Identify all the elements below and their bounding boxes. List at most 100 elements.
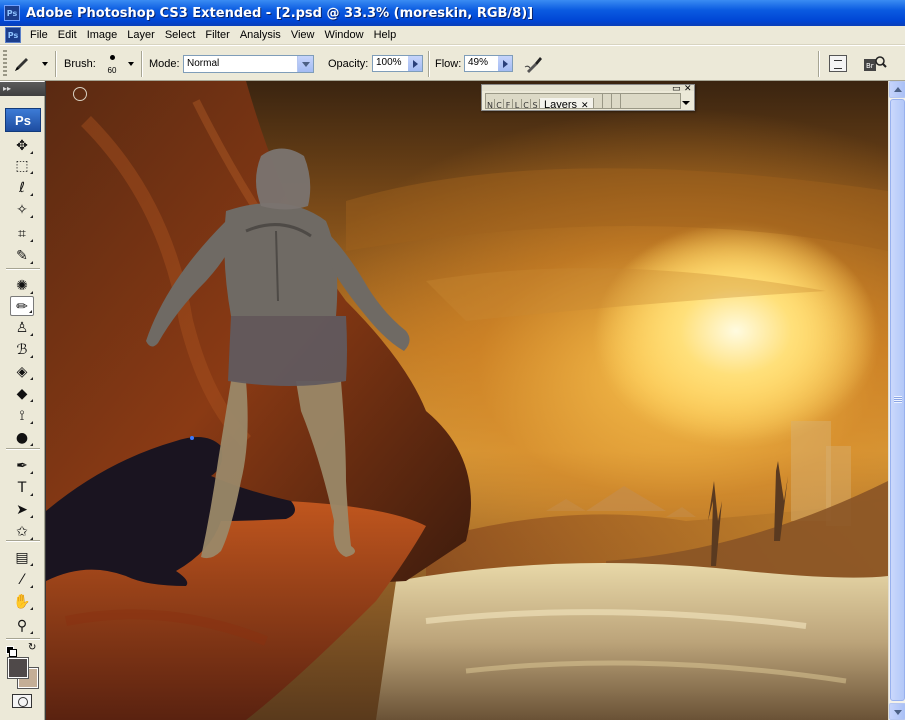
menu-layer[interactable]: Layer [122,29,160,41]
tab-brushes[interactable]: L [513,99,522,108]
lasso-tool-icon[interactable]: ℓ [10,178,34,198]
path-selection-tool-icon[interactable]: ➤ [10,500,34,520]
flyout-corner-icon [30,471,33,474]
palette-well-icon[interactable] [829,55,847,72]
tab-clone-source[interactable]: C [522,99,531,108]
flyout-corner-icon [30,239,33,242]
brush-label: Brush: [64,58,96,70]
tab-color[interactable]: C [495,99,504,108]
menu-file[interactable]: File [25,29,53,41]
window-title: Adobe Photoshop CS3 Extended - [2.psd @ … [26,5,534,21]
chevron-down-icon[interactable] [128,62,134,66]
bridge-icon: Br [864,56,887,71]
mode-select[interactable]: Normal [183,55,314,73]
menu-image[interactable]: Image [82,29,123,41]
vertical-scrollbar[interactable] [888,81,905,720]
eraser-tool-icon[interactable]: ◈ [10,362,34,382]
scroll-down-icon[interactable] [889,703,905,720]
flyout-corner-icon [30,377,33,380]
toolbox-divider [6,448,40,450]
close-icon[interactable]: ✕ [684,85,692,94]
toolbox-header[interactable]: ▸▸ [0,82,45,96]
menu-filter[interactable]: Filter [200,29,234,41]
tab-paths[interactable] [603,94,612,108]
paint-bucket-tool-icon[interactable]: ◆ [10,384,34,404]
separator [428,51,430,77]
swap-colors-icon[interactable]: ↻ [28,642,36,653]
type-tool-icon[interactable]: T [10,478,34,498]
flow-slider-button[interactable] [498,55,513,72]
palette-menu-icon[interactable] [681,97,691,107]
slice-tool-icon[interactable]: ✎ [10,246,34,266]
mode-value: Normal [187,58,220,69]
flyout-corner-icon [30,333,33,336]
magic-wand-tool-icon[interactable]: ✧ [10,200,34,220]
airbrush-toggle[interactable] [523,53,545,75]
flyout-corner-icon [30,215,33,218]
toolbox: ▸▸ Ps ✥ ⬚ ℓ ✧ ⌗ ✎ ✺ ✏ ♙ ℬ ◈ ◆ ⟟ ● ✒ T ➤ ✩ ▤ ⁄ ✋ ⚲ ↻ [0,81,45,720]
palette-title-bar[interactable] [482,85,694,91]
options-bar-grip[interactable] [3,50,7,76]
menu-select[interactable]: Select [160,29,201,41]
flyout-corner-icon [30,151,33,154]
photoshop-logo[interactable]: Ps [5,108,41,132]
tab-channels[interactable] [594,94,603,108]
healing-brush-tool-icon[interactable]: ✺ [10,276,34,296]
crop-tool-icon[interactable]: ⌗ [10,224,34,244]
default-colors-icon[interactable] [6,646,17,657]
opacity-slider-button[interactable] [408,55,423,72]
tab-layers-label: Layers [544,99,578,109]
brush-tool-icon[interactable]: ✏ [10,296,34,316]
scroll-thumb[interactable] [890,99,905,701]
svg-text:Br: Br [866,62,874,70]
quick-mask-icon[interactable] [12,694,32,708]
clone-stamp-tool-icon[interactable]: ♙ [10,318,34,338]
hand-tool-icon[interactable]: ✋ [10,592,34,612]
tool-preset-picker[interactable] [12,52,50,76]
go-to-bridge-button[interactable]: Br [862,53,888,75]
tab-layers[interactable]: Layers ✕ [540,98,594,109]
scroll-up-icon[interactable] [889,81,905,98]
menu-window[interactable]: Window [319,29,368,41]
chevron-down-icon[interactable] [297,56,313,72]
brush-preset-icon [15,58,28,71]
brush-size: 60 [107,66,117,75]
move-tool-icon[interactable]: ✥ [10,136,34,156]
brush-tip-icon [109,55,115,60]
shape-tool-icon[interactable]: ✩ [10,522,34,542]
menu-analysis[interactable]: Analysis [235,29,286,41]
zoom-tool-icon[interactable]: ⚲ [10,616,34,636]
tab-history[interactable]: F [504,99,513,108]
tab-close-icon[interactable]: ✕ [581,100,589,108]
flow-label: Flow: [435,58,462,70]
foreground-color-swatch[interactable] [7,657,29,679]
menu-help[interactable]: Help [369,29,402,41]
tab-styles[interactable]: S [531,99,540,108]
flow-input[interactable]: 49% [464,55,499,72]
chevron-down-icon [42,62,48,66]
photoshop-app-icon[interactable]: Ps [4,5,20,21]
eyedropper-tool-icon[interactable]: ⁄ [10,570,34,590]
menu-view[interactable]: View [286,29,320,41]
document-canvas[interactable] [46,81,888,720]
flyout-corner-icon [30,171,33,174]
dodge-tool-icon[interactable]: ● [10,428,34,448]
blur-tool-icon[interactable]: ⟟ [10,406,34,426]
notes-tool-icon[interactable]: ▤ [10,548,34,568]
menu-edit[interactable]: Edit [53,29,82,41]
mode-label: Mode: [149,58,180,70]
brush-picker[interactable]: 60 [101,52,123,78]
flyout-corner-icon [29,310,32,313]
tab-extra[interactable] [612,94,621,108]
flyout-corner-icon [30,443,33,446]
palette-tabs: N C F L C S Layers ✕ [485,93,681,109]
separator [818,51,820,77]
marquee-tool-icon[interactable]: ⬚ [10,156,34,176]
history-brush-tool-icon[interactable]: ℬ [10,340,34,360]
opacity-input[interactable]: 100% [372,55,409,72]
flyout-corner-icon [30,493,33,496]
tab-navigator[interactable]: N [486,99,495,108]
pen-tool-icon[interactable]: ✒ [10,456,34,476]
document-icon[interactable]: Ps [5,27,21,43]
flyout-corner-icon [30,421,33,424]
